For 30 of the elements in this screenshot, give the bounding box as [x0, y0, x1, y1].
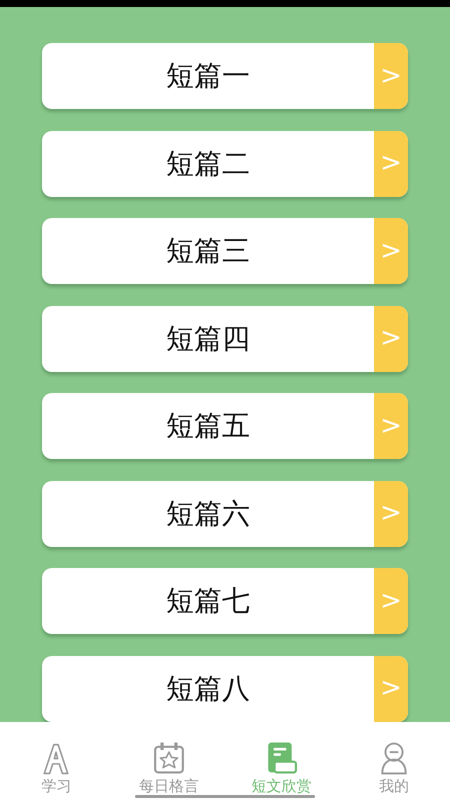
story-item[interactable]: 短篇八 >	[42, 656, 408, 722]
story-title: 短篇八	[165, 670, 251, 706]
story-title: 短篇三	[165, 233, 251, 269]
story-item[interactable]: 短篇六 >	[42, 480, 408, 546]
arrow-tab[interactable]: >	[374, 218, 408, 284]
arrow-tab[interactable]: >	[374, 43, 408, 109]
story-item[interactable]: 短篇五 >	[42, 393, 408, 459]
story-title: 短篇五	[165, 408, 251, 444]
nav-tab[interactable]: 短文欣赏	[225, 722, 338, 800]
story-item[interactable]: 短篇二 >	[42, 130, 408, 196]
story-item[interactable]: 短篇三 >	[42, 218, 408, 284]
arrow-tab[interactable]: >	[374, 656, 408, 722]
story-title: 短篇七	[165, 583, 251, 619]
story-title: 短篇二	[165, 146, 251, 182]
calendar-icon	[152, 741, 185, 775]
story-title: 短篇一	[165, 58, 251, 94]
arrow-tab[interactable]: >	[374, 306, 408, 372]
nav-tab[interactable]: 学习	[0, 722, 112, 800]
document-icon	[265, 741, 298, 775]
arrow-tab[interactable]: >	[374, 480, 408, 546]
story-item[interactable]: 短篇七 >	[42, 568, 408, 634]
story-item[interactable]: 短篇一 >	[42, 43, 408, 109]
nav-tab[interactable]: 我的	[338, 722, 450, 800]
arrow-tab[interactable]: >	[374, 393, 408, 459]
arrow-tab[interactable]: >	[374, 568, 408, 634]
story-item[interactable]: 短篇四 >	[42, 306, 408, 372]
story-title: 短篇四	[165, 320, 251, 356]
arrow-tab[interactable]: >	[374, 130, 408, 196]
story-title: 短篇六	[165, 496, 251, 532]
nav-tab[interactable]: 每日格言	[112, 722, 225, 800]
